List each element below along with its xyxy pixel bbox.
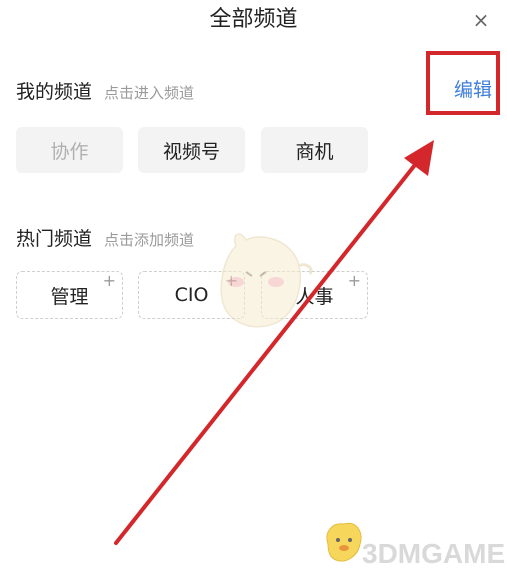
channel-chip-shipinhao[interactable]: 视频号 <box>138 127 245 173</box>
add-icon: + <box>347 271 361 290</box>
close-icon[interactable]: × <box>469 8 493 32</box>
channel-chip-xiezuo[interactable]: 协作 <box>16 127 123 173</box>
hot-channel-chip-cio[interactable]: CIO + <box>138 271 245 319</box>
hot-channels-hint: 点击添加频道 <box>104 231 195 249</box>
channel-chip-label: 协作 <box>50 140 89 163</box>
hot-channels-title: 热门频道 <box>16 228 93 250</box>
hot-channel-chip-renshi[interactable]: 人事 + <box>261 271 368 319</box>
hot-channels-header: 热门频道 点击添加频道 <box>16 224 194 251</box>
add-icon: + <box>102 271 116 290</box>
watermark-text: 3DMGAME <box>362 538 506 569</box>
page-title: 全部频道 <box>209 7 298 32</box>
edit-highlight-box <box>426 51 500 115</box>
channel-chip-label: 管理 <box>50 285 89 308</box>
channel-chip-label: 视频号 <box>162 140 220 163</box>
channel-chip-label: CIO <box>174 284 209 306</box>
hot-channel-chip-guanli[interactable]: 管理 + <box>16 271 123 319</box>
my-channels-header: 我的频道 点击进入频道 <box>16 77 194 104</box>
channel-chip-shangji[interactable]: 商机 <box>261 127 368 173</box>
my-channels-hint: 点击进入频道 <box>104 84 195 102</box>
add-icon: + <box>224 271 238 290</box>
my-channels-title: 我的频道 <box>16 81 93 103</box>
channel-chip-label: 商机 <box>295 140 334 163</box>
channel-chip-label: 人事 <box>295 285 334 308</box>
